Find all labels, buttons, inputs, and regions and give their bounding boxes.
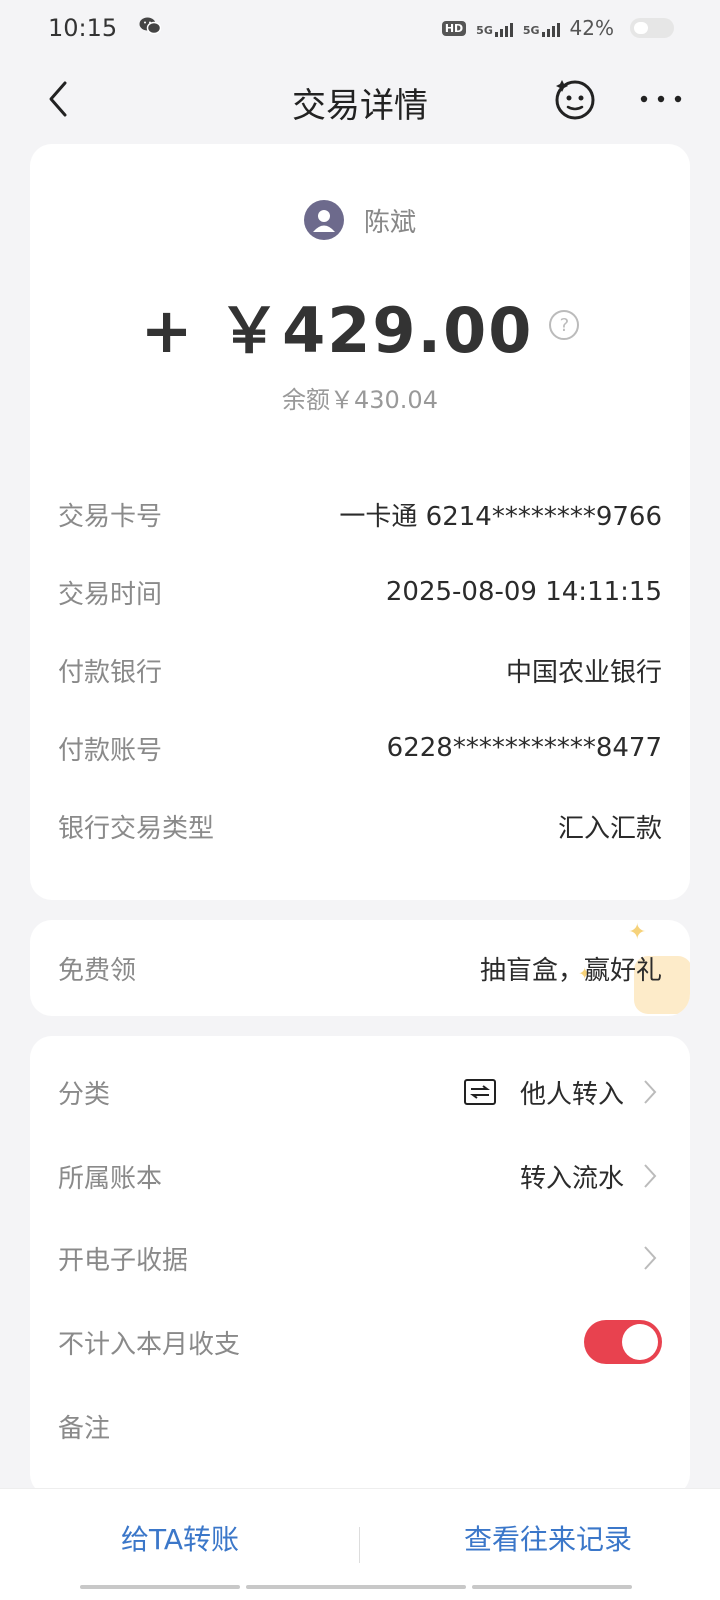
battery-icon	[630, 18, 674, 38]
page-title: 交易详情	[292, 86, 428, 126]
ledger-label: 所属账本	[58, 1163, 163, 1194]
chevron-right-icon	[638, 1077, 662, 1107]
detail-label: 银行交易类型	[58, 813, 215, 844]
detail-value: 中国农业银行	[505, 657, 662, 688]
settings-card: 分类 他人转入 所属账本 转入流水 开电子收据 不计入本月收支 备注	[30, 1036, 690, 1496]
signal-2-icon: 5G	[523, 19, 560, 37]
detail-label: 付款账号	[58, 735, 163, 766]
note-label: 备注	[58, 1413, 111, 1444]
clock: 10:15	[48, 14, 118, 42]
more-dots-icon	[640, 95, 682, 103]
home-indicator	[472, 1585, 632, 1589]
battery-percent: 42%	[569, 16, 614, 40]
receipt-row[interactable]: 开电子收据	[58, 1236, 662, 1280]
promo-row[interactable]: 免费领 抽盲盒，赢好礼	[58, 948, 662, 988]
category-label: 分类	[58, 1079, 111, 1110]
receipt-label: 开电子收据	[58, 1245, 189, 1276]
exclude-toggle[interactable]	[584, 1320, 662, 1364]
exclude-row: 不计入本月收支	[58, 1320, 662, 1364]
avatar	[303, 200, 344, 240]
robot-assistant-button[interactable]	[552, 76, 598, 122]
detail-label: 付款银行	[58, 657, 163, 688]
payer: 陈斌	[30, 200, 690, 240]
home-indicator	[80, 1585, 240, 1589]
detail-value: 汇入汇款	[557, 813, 662, 844]
bottom-bar: 给TA转账 查看往来记录	[0, 1488, 720, 1600]
help-icon[interactable]: ?	[549, 310, 580, 340]
category-row[interactable]: 分类 他人转入	[58, 1070, 662, 1114]
detail-value: 一卡通 6214********9766	[339, 501, 662, 532]
nav-bar: 交易详情	[0, 60, 720, 138]
wechat-icon	[139, 14, 162, 42]
balance: 余额￥430.04	[282, 386, 438, 414]
exclude-label: 不计入本月收支	[58, 1329, 241, 1360]
note-row[interactable]: 备注	[58, 1404, 662, 1448]
ledger-value: 转入流水	[519, 1163, 624, 1194]
hd-icon: HD	[441, 20, 467, 36]
category-value: 他人转入	[519, 1079, 624, 1110]
chevron-right-icon	[638, 1161, 662, 1191]
chevron-right-icon	[638, 1243, 662, 1273]
view-history-button[interactable]: 查看往来记录	[418, 1513, 678, 1563]
promo-label: 免费领	[58, 955, 137, 986]
detail-row-payer-bank: 付款银行 中国农业银行	[58, 650, 662, 690]
amount: + ￥429.00	[140, 294, 534, 367]
transfer-button[interactable]: 给TA转账	[60, 1513, 300, 1563]
promo-value: 抽盲盒，赢好礼	[479, 955, 662, 986]
payer-name: 陈斌	[363, 207, 416, 238]
promo-card[interactable]: ✦ ✦ 免费领 抽盲盒，赢好礼	[30, 920, 690, 1016]
detail-value: 2025-08-09 14:11:15	[385, 577, 662, 607]
more-button[interactable]	[636, 76, 686, 122]
user-icon	[312, 210, 335, 232]
robot-face-icon	[555, 80, 595, 120]
detail-label: 交易卡号	[58, 501, 163, 532]
status-bar: 10:15 HD 5G 5G 42%	[0, 0, 720, 56]
amount-row: + ￥429.00 ?	[30, 280, 690, 370]
toggle-knob	[622, 1324, 658, 1360]
detail-label: 交易时间	[58, 579, 163, 610]
ledger-row[interactable]: 所属账本 转入流水	[58, 1154, 662, 1198]
divider	[359, 1527, 360, 1563]
detail-row-card-number: 交易卡号 一卡通 6214********9766	[58, 494, 662, 534]
detail-row-payer-account: 付款账号 6228***********8477	[58, 728, 662, 768]
detail-value: 6228***********8477	[386, 733, 662, 763]
transfer-icon	[463, 1079, 496, 1105]
signal-1-icon: 5G	[476, 19, 513, 37]
home-indicator	[246, 1585, 466, 1589]
detail-row-time: 交易时间 2025-08-09 14:11:15	[58, 572, 662, 612]
transaction-card: 陈斌 + ￥429.00 ? 余额￥430.04 交易卡号 一卡通 6214**…	[30, 144, 690, 900]
detail-row-bank-type: 银行交易类型 汇入汇款	[58, 806, 662, 846]
sparkle-icon: ✦	[628, 920, 647, 945]
